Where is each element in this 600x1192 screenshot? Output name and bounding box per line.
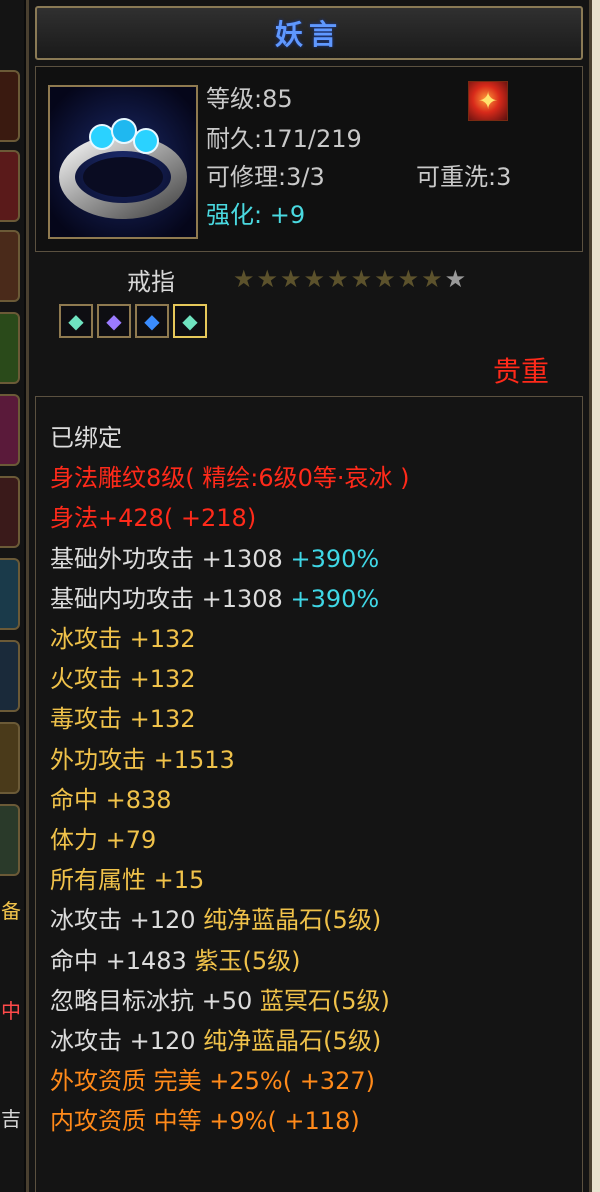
star-filled-icon: ★ xyxy=(421,265,443,293)
attribute-line: 身法雕纹8级( 精绘:6级0等·哀冰 ) xyxy=(50,461,410,495)
item-name: 妖言 xyxy=(274,18,343,51)
attribute-line: 火攻击 +132 xyxy=(50,662,196,696)
attribute-line: 冰攻击 +120 纯净蓝晶石(5级) xyxy=(50,903,381,937)
attribute-text: 已绑定 xyxy=(50,424,122,452)
attribute-line: 毒攻击 +132 xyxy=(50,702,196,736)
star-empty-icon: ★ xyxy=(444,265,467,293)
gem-blue-icon: ◆ xyxy=(135,304,169,338)
attribute-line: 已绑定 xyxy=(50,421,122,455)
side-label: 吉 xyxy=(1,1107,21,1131)
side-label: 中 xyxy=(1,999,21,1023)
attribute-extra: 纯净蓝晶石(5级) xyxy=(203,906,382,935)
attribute-list: 已绑定身法雕纹8级( 精绘:6级0等·哀冰 ) 身法+428( +218) 基础外功… xyxy=(35,396,583,1192)
attribute-text: 冰攻击 +132 xyxy=(50,625,196,653)
star-filled-icon: ★ xyxy=(233,265,255,293)
attribute-text: 命中 +1483 xyxy=(50,946,195,975)
star-filled-icon: ★ xyxy=(256,265,279,293)
attribute-text: 所有属性 +15 xyxy=(50,866,205,895)
item-durability: 耐久:171/219 xyxy=(206,125,362,153)
equip-slot[interactable] xyxy=(0,722,20,794)
star-filled-icon: ★ xyxy=(280,265,302,293)
gem-green-icon: ◆ xyxy=(59,304,93,338)
side-equipment-strip: 备 中 吉 xyxy=(0,0,24,1192)
attribute-line: 外功攻击 +1513 xyxy=(50,743,235,777)
attribute-extra: 蓝冥石(5级) xyxy=(259,986,390,1015)
attribute-line: 命中 +838 xyxy=(50,783,172,817)
star-filled-icon: ★ xyxy=(350,265,373,293)
equip-slot[interactable] xyxy=(0,558,20,630)
attribute-line: 身法+428( +218) xyxy=(50,501,256,535)
attribute-text: 体力 +79 xyxy=(50,826,157,854)
attribute-text: 忽略目标冰抗 +50 xyxy=(50,986,260,1015)
equip-slot[interactable] xyxy=(0,640,20,712)
equip-slot[interactable] xyxy=(0,804,20,876)
star-filled-icon: ★ xyxy=(397,265,420,293)
item-type: 戒指 xyxy=(127,268,175,296)
attribute-text: 毒攻击 +132 xyxy=(50,705,196,734)
title-bar: 妖言 xyxy=(35,6,583,60)
equip-slot[interactable] xyxy=(0,394,20,466)
class-emblem-icon: ✦ xyxy=(468,81,508,121)
item-info-box: 等级:85 耐久:171/219 可修理:3/3 可重洗:3 强化: +9 ✦ xyxy=(35,66,583,252)
equip-slot[interactable] xyxy=(0,476,20,548)
attribute-line: 基础内功攻击 +1308 +390% xyxy=(50,582,379,616)
attribute-extra: +390% xyxy=(282,584,380,613)
attribute-text: 冰攻击 +120 xyxy=(50,1027,204,1055)
attribute-line: 基础外功攻击 +1308 +390% xyxy=(50,542,379,576)
attribute-line: 冰攻击 +132 xyxy=(50,622,196,656)
ring-icon xyxy=(48,85,198,239)
attribute-text: 外攻资质 完美 +25%( +327) xyxy=(50,1067,375,1096)
attribute-text: 外功攻击 +1513 xyxy=(50,745,235,774)
star-filled-icon: ★ xyxy=(303,265,326,293)
attribute-text: 命中 +838 xyxy=(50,785,172,814)
attribute-text: 冰攻击 +120 xyxy=(50,906,204,935)
gem-green-icon: ◆ xyxy=(173,304,207,338)
item-repairable: 可修理:3/3 xyxy=(206,163,325,191)
item-level: 等级:85 xyxy=(206,85,293,113)
equip-slot[interactable] xyxy=(0,312,20,384)
attribute-line: 所有属性 +15 xyxy=(50,863,204,897)
item-enhance-level: 强化: +9 xyxy=(206,201,306,229)
attribute-extra: 纯净蓝晶石(5级) xyxy=(203,1027,382,1055)
attribute-extra: +390% xyxy=(282,544,380,573)
gem-slots: ◆ ◆ ◆ ◆ xyxy=(59,304,207,338)
equip-slot[interactable] xyxy=(0,70,20,142)
item-rewashable: 可重洗:3 xyxy=(416,163,512,191)
attribute-line: 冰攻击 +120 纯净蓝晶石(5级) xyxy=(50,1024,381,1058)
attribute-text: 身法+428( +218) xyxy=(50,504,257,533)
side-label[interactable]: 备 xyxy=(0,900,22,922)
attribute-extra: 紫玉(5级) xyxy=(194,946,301,975)
attribute-text: 基础内功攻击 +1308 xyxy=(50,584,283,613)
item-tooltip: 妖言 等级:85 耐久:171/219 可修理:3/3 可重洗:3 强化: +9… xyxy=(26,0,592,1192)
equip-slot[interactable] xyxy=(0,230,20,302)
equip-slot[interactable] xyxy=(0,150,20,222)
star-filled-icon: ★ xyxy=(374,265,396,293)
attribute-text: 火攻击 +132 xyxy=(50,665,196,694)
star-filled-icon: ★ xyxy=(327,265,349,293)
gem-purple-icon: ◆ xyxy=(97,304,131,338)
item-rarity: 贵重 xyxy=(492,355,549,388)
star-rating: ★ ★ ★ ★ ★ ★ ★ ★ ★ ★ xyxy=(233,266,466,292)
attribute-text: 身法雕纹8级( 精绘:6级0等·哀冰 ) xyxy=(50,464,410,493)
attribute-line: 命中 +1483 紫玉(5级) xyxy=(50,944,300,978)
attribute-line: 内攻资质 中等 +9%( +118) xyxy=(50,1104,360,1138)
attribute-text: 基础外功攻击 +1308 xyxy=(50,544,283,573)
attribute-line: 忽略目标冰抗 +50 蓝冥石(5级) xyxy=(50,984,390,1018)
attribute-line: 体力 +79 xyxy=(50,823,156,857)
attribute-text: 内攻资质 中等 +9%( +118) xyxy=(50,1107,360,1136)
attribute-line: 外攻资质 完美 +25%( +327) xyxy=(50,1064,375,1098)
